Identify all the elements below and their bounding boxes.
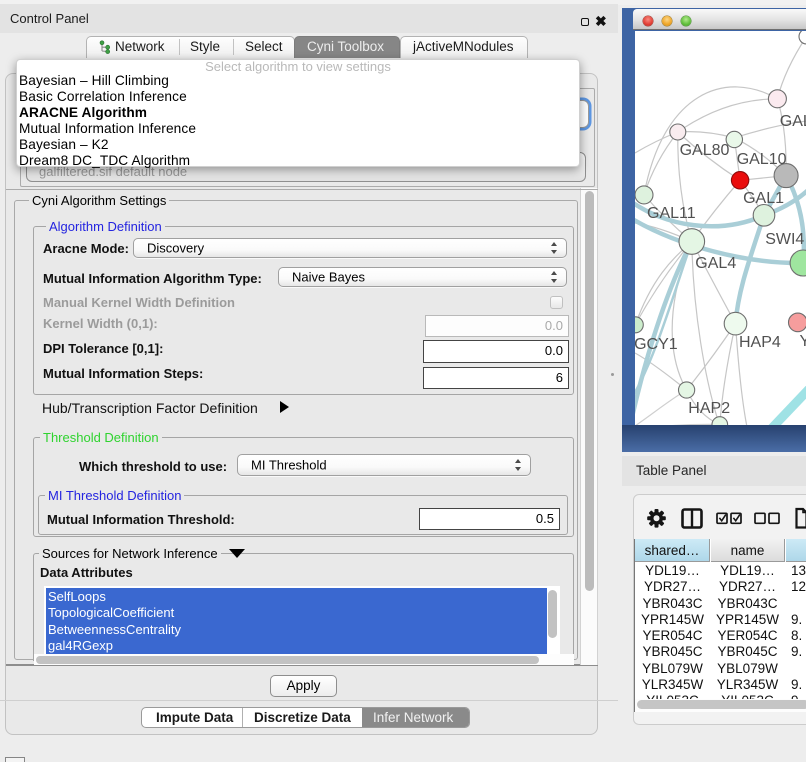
svg-text:GAL2: GAL2 <box>779 113 806 130</box>
svg-text:HAP2: HAP2 <box>688 400 730 417</box>
svg-text:GAL80: GAL80 <box>679 142 729 159</box>
svg-text:YD: YD <box>799 333 806 350</box>
svg-text:GCY1: GCY1 <box>635 336 678 353</box>
svg-text:HAP4: HAP4 <box>739 334 781 351</box>
svg-text:GAL10: GAL10 <box>736 151 786 168</box>
svg-text:GAL11: GAL11 <box>647 205 696 222</box>
svg-text:SWI4: SWI4 <box>765 231 804 248</box>
svg-text:GAL4: GAL4 <box>695 255 736 272</box>
svg-text:GAL1: GAL1 <box>743 190 784 207</box>
